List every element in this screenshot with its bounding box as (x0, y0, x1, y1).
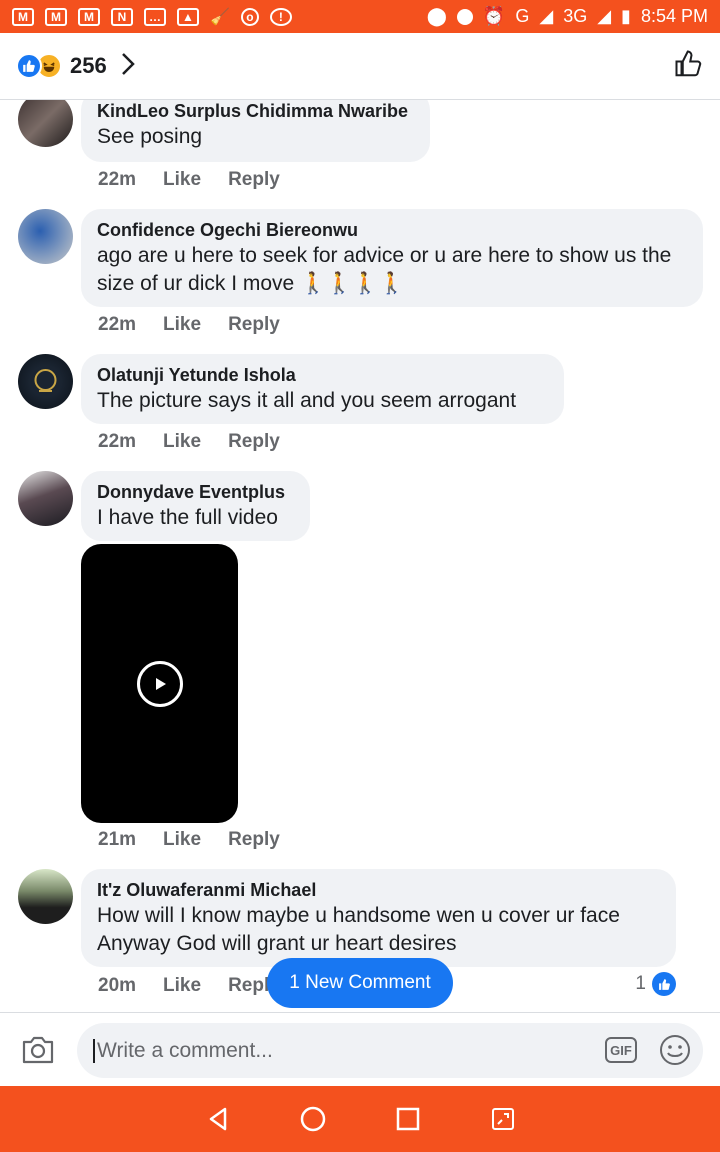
comment-bubble[interactable]: Confidence Ogechi Biereonwu ago are u he… (81, 209, 703, 307)
chevron-right-icon[interactable] (121, 52, 135, 81)
comment-text: How will I know maybe u handsome wen u c… (97, 904, 620, 955)
comment-text: The picture says it all and you seem arr… (97, 389, 517, 412)
comment-author[interactable]: Donnydave Eventplus (97, 480, 294, 504)
dnd-icon (456, 8, 473, 25)
comment-author[interactable]: It'z Oluwaferanmi Michael (97, 878, 660, 902)
status-bar: M M M N … ▲ 🧹 o ! ⬤ ⏰ G ◢ 3G ◢ ▮ 8:54 PM (0, 0, 720, 33)
gmail-icon-2: M (45, 7, 67, 26)
alert-icon: ! (269, 7, 292, 26)
comment-actions: 20m Like Reply (98, 975, 280, 997)
screenshot-icon[interactable] (483, 1099, 523, 1139)
comment-bubble[interactable]: It'z Oluwaferanmi Michael How will I kno… (81, 869, 676, 967)
reply-button[interactable]: Reply (228, 314, 280, 336)
mail-icon: M (78, 7, 100, 26)
like-button[interactable]: Like (163, 169, 201, 191)
comments-feed[interactable]: KindLeo Surplus Chidimma Nwaribe See pos… (0, 100, 720, 1012)
reaction-summary[interactable]: 256 (16, 52, 135, 81)
like-button[interactable]: Like (163, 975, 201, 997)
like-reaction-icon (16, 53, 42, 79)
network-label-2: 3G (563, 6, 588, 26)
like-post-icon[interactable] (674, 49, 704, 84)
reply-button[interactable]: Reply (228, 829, 280, 851)
comment-author[interactable]: Confidence Ogechi Biereonwu (97, 218, 687, 242)
comment-input[interactable] (93, 1038, 573, 1063)
comment-actions: 22m Like Reply (98, 314, 280, 336)
reactions-header: 256 (0, 33, 720, 100)
alarm-icon: ⏰ (482, 6, 506, 26)
reply-button[interactable]: Reply (228, 431, 280, 453)
reply-button[interactable]: Reply (228, 169, 280, 191)
comment-time: 20m (98, 975, 137, 996)
signal-icon-2: ◢ (597, 6, 612, 26)
back-icon[interactable] (198, 1099, 238, 1139)
comment-text: ago are u here to seek for advice or u a… (97, 244, 672, 295)
comment-bubble[interactable]: Olatunji Yetunde Ishola The picture says… (81, 354, 564, 424)
comment-text: I have the full video (97, 506, 278, 529)
comment-actions: 21m Like Reply (98, 829, 280, 851)
comment-time: 22m (98, 431, 137, 452)
avatar[interactable] (18, 209, 73, 264)
emoji-icon[interactable] (659, 1034, 691, 1071)
android-navigation-bar (0, 1086, 720, 1152)
comment-actions: 22m Like Reply (98, 431, 280, 453)
image-icon: ▲ (177, 7, 199, 26)
comment-actions: 22m Like Reply (98, 169, 280, 191)
like-reaction-icon (652, 972, 676, 996)
gmail-icon: M (12, 7, 34, 26)
reaction-count-value: 1 (635, 973, 646, 994)
like-button[interactable]: Like (163, 431, 201, 453)
cleaner-icon: 🧹 (210, 8, 230, 26)
like-button[interactable]: Like (163, 314, 201, 336)
new-comment-pill[interactable]: 1 New Comment (267, 958, 453, 1008)
comment-input-box[interactable]: GIF (77, 1023, 703, 1078)
avatar[interactable] (18, 100, 73, 147)
reaction-count: 256 (70, 53, 107, 78)
comment-author[interactable]: Olatunji Yetunde Ishola (97, 363, 548, 387)
recents-icon[interactable] (388, 1099, 428, 1139)
comment-video[interactable] (81, 544, 238, 823)
comment-bubble[interactable]: Donnydave Eventplus I have the full vide… (81, 471, 310, 541)
battery-icon: ▮ (621, 6, 631, 26)
clock: 8:54 PM (640, 6, 708, 26)
gif-button[interactable]: GIF (605, 1037, 637, 1063)
avatar[interactable] (18, 354, 73, 409)
avatar[interactable] (18, 471, 73, 526)
avatar[interactable] (18, 869, 73, 924)
network-label: G (515, 6, 530, 26)
comment-reaction-count[interactable]: 1 (635, 972, 676, 996)
comment-author[interactable]: KindLeo Surplus Chidimma Nwaribe (97, 100, 414, 123)
signal-icon: ◢ (539, 6, 554, 26)
comment-time: 22m (98, 169, 137, 190)
comment-composer: GIF (0, 1012, 720, 1086)
comment-text: See posing (97, 125, 203, 148)
record-icon: o (240, 7, 259, 26)
camera-icon[interactable] (20, 1035, 56, 1070)
comment-bubble[interactable]: KindLeo Surplus Chidimma Nwaribe See pos… (81, 100, 430, 162)
like-button[interactable]: Like (163, 829, 201, 851)
location-icon: ⬤ (426, 6, 447, 26)
comment-time: 22m (98, 314, 137, 335)
news-icon: N (111, 7, 133, 26)
message-icon: … (144, 7, 166, 26)
home-icon[interactable] (293, 1099, 333, 1139)
comment-time: 21m (98, 829, 137, 850)
play-icon[interactable] (136, 660, 183, 707)
